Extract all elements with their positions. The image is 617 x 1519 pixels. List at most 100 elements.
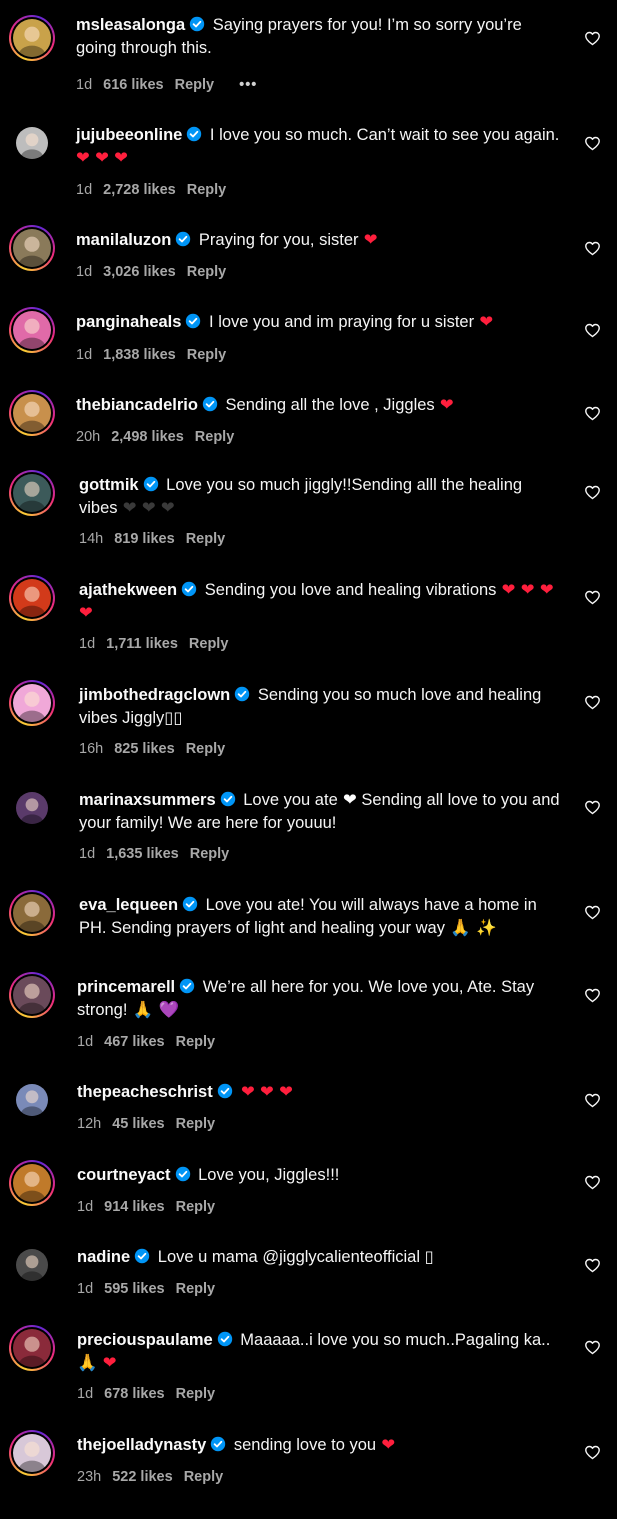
comment-username[interactable]: eva_lequeen bbox=[79, 896, 178, 914]
reply-button[interactable]: Reply bbox=[184, 1469, 224, 1485]
comment-text: jimbothedragclown Sending you so much lo… bbox=[79, 684, 562, 729]
avatar[interactable] bbox=[9, 1160, 55, 1206]
comment-username[interactable]: courtneyact bbox=[77, 1166, 171, 1184]
avatar[interactable] bbox=[9, 1242, 55, 1288]
comment-message: Love you ate bbox=[238, 791, 338, 809]
heart-outline-icon[interactable] bbox=[584, 30, 601, 47]
reply-button[interactable]: Reply bbox=[190, 846, 230, 862]
heart-outline-icon[interactable] bbox=[584, 1339, 601, 1356]
heart-outline-icon[interactable] bbox=[584, 694, 601, 711]
comment-text: manilaluzon Praying for you, sister ❤ bbox=[76, 229, 562, 252]
comment-text: nadine Love u mama @jigglycalienteoffici… bbox=[77, 1246, 562, 1269]
comment-emoji: ❤ bbox=[434, 395, 454, 414]
avatar[interactable] bbox=[9, 15, 55, 61]
comment-username[interactable]: thejoelladynasty bbox=[77, 1436, 206, 1454]
heart-outline-icon[interactable] bbox=[584, 799, 601, 816]
heart-outline-icon[interactable] bbox=[584, 322, 601, 339]
reply-button[interactable]: Reply bbox=[176, 1034, 216, 1050]
comment-username[interactable]: preciouspaulame bbox=[77, 1331, 213, 1349]
comment-timestamp: 1d bbox=[76, 347, 93, 363]
likes-count[interactable]: 819 likes bbox=[114, 531, 174, 547]
heart-outline-icon[interactable] bbox=[584, 240, 601, 257]
avatar[interactable] bbox=[9, 890, 55, 936]
heart-outline-icon[interactable] bbox=[584, 904, 601, 921]
comment-message: Sending all the love , Jiggles bbox=[220, 396, 435, 414]
heart-outline-icon[interactable] bbox=[584, 1444, 601, 1461]
heart-outline-icon[interactable] bbox=[584, 1092, 601, 1109]
reply-button[interactable]: Reply bbox=[176, 1199, 216, 1215]
reply-button[interactable]: Reply bbox=[195, 429, 235, 445]
verified-badge-icon bbox=[175, 231, 191, 247]
comment-username[interactable]: marinaxsummers bbox=[79, 791, 216, 809]
heart-outline-icon[interactable] bbox=[584, 135, 601, 152]
likes-count[interactable]: 3,026 likes bbox=[103, 264, 176, 280]
avatar[interactable] bbox=[9, 120, 55, 166]
comment-timestamp: 16h bbox=[79, 741, 104, 757]
avatar-image bbox=[13, 684, 51, 722]
reply-button[interactable]: Reply bbox=[187, 264, 227, 280]
comment-username[interactable]: jimbothedragclown bbox=[79, 686, 230, 704]
reply-button[interactable]: Reply bbox=[186, 531, 226, 547]
heart-outline-icon[interactable] bbox=[584, 405, 601, 422]
heart-outline-icon[interactable] bbox=[584, 484, 601, 501]
reply-button[interactable]: Reply bbox=[176, 1116, 216, 1132]
comment-username[interactable]: princemarell bbox=[77, 978, 175, 996]
avatar[interactable] bbox=[9, 785, 55, 831]
avatar[interactable] bbox=[9, 470, 55, 516]
comment-username[interactable]: panginaheals bbox=[76, 313, 181, 331]
comment-meta: 1d 595 likes Reply bbox=[77, 1281, 226, 1297]
heart-outline-icon[interactable] bbox=[584, 1174, 601, 1191]
likes-count[interactable]: 2,728 likes bbox=[103, 182, 176, 198]
avatar[interactable] bbox=[9, 390, 55, 436]
avatar[interactable] bbox=[9, 972, 55, 1018]
comment-meta: 1d 678 likes Reply bbox=[77, 1386, 226, 1402]
avatar[interactable] bbox=[9, 307, 55, 353]
comment-username[interactable]: msleasalonga bbox=[76, 16, 185, 34]
comment-username[interactable]: thebiancadelrio bbox=[76, 396, 198, 414]
likes-count[interactable]: 1,635 likes bbox=[106, 846, 179, 862]
likes-count[interactable]: 678 likes bbox=[104, 1386, 164, 1402]
reply-button[interactable]: Reply bbox=[176, 1281, 216, 1297]
reply-button[interactable]: Reply bbox=[175, 77, 215, 93]
comment-username[interactable]: thepeacheschrist bbox=[77, 1083, 213, 1101]
comment-username[interactable]: jujubeeonline bbox=[76, 126, 182, 144]
reply-button[interactable]: Reply bbox=[186, 741, 226, 757]
likes-count[interactable]: 914 likes bbox=[104, 1199, 164, 1215]
comment-username[interactable]: gottmik bbox=[79, 476, 139, 494]
verified-badge-icon bbox=[217, 1083, 233, 1099]
likes-count[interactable]: 522 likes bbox=[112, 1469, 172, 1485]
reply-button[interactable]: Reply bbox=[189, 636, 229, 652]
heart-outline-icon[interactable] bbox=[584, 1257, 601, 1274]
avatar-image bbox=[16, 127, 48, 159]
comment-username[interactable]: manilaluzon bbox=[76, 231, 171, 249]
comment-username[interactable]: nadine bbox=[77, 1248, 130, 1266]
avatar[interactable] bbox=[9, 575, 55, 621]
reply-button[interactable]: Reply bbox=[187, 347, 227, 363]
comment-text: marinaxsummers Love you ate ❤ Sending al… bbox=[79, 789, 562, 834]
reply-button[interactable]: Reply bbox=[176, 1386, 216, 1402]
avatar-image bbox=[13, 1329, 51, 1367]
reply-button[interactable]: Reply bbox=[187, 182, 227, 198]
verified-badge-icon bbox=[143, 476, 159, 492]
likes-count[interactable]: 467 likes bbox=[104, 1034, 164, 1050]
avatar[interactable] bbox=[9, 1430, 55, 1476]
avatar[interactable] bbox=[9, 1325, 55, 1371]
comment-timestamp: 1d bbox=[76, 77, 93, 93]
comment-emoji: ❤ bbox=[337, 790, 357, 809]
likes-count[interactable]: 825 likes bbox=[114, 741, 174, 757]
comment-emoji: 🙏 ❤ bbox=[77, 1352, 117, 1372]
likes-count[interactable]: 595 likes bbox=[104, 1281, 164, 1297]
more-options-icon[interactable]: ••• bbox=[239, 77, 257, 93]
likes-count[interactable]: 1,711 likes bbox=[106, 636, 178, 652]
likes-count[interactable]: 616 likes bbox=[103, 77, 163, 93]
avatar[interactable] bbox=[9, 225, 55, 271]
comment-timestamp: 12h bbox=[77, 1116, 102, 1132]
avatar[interactable] bbox=[9, 680, 55, 726]
heart-outline-icon[interactable] bbox=[584, 589, 601, 606]
heart-outline-icon[interactable] bbox=[584, 987, 601, 1004]
comment-username[interactable]: ajathekween bbox=[79, 581, 177, 599]
likes-count[interactable]: 45 likes bbox=[112, 1116, 164, 1132]
likes-count[interactable]: 2,498 likes bbox=[111, 429, 184, 445]
likes-count[interactable]: 1,838 likes bbox=[103, 347, 176, 363]
avatar[interactable] bbox=[9, 1077, 55, 1123]
